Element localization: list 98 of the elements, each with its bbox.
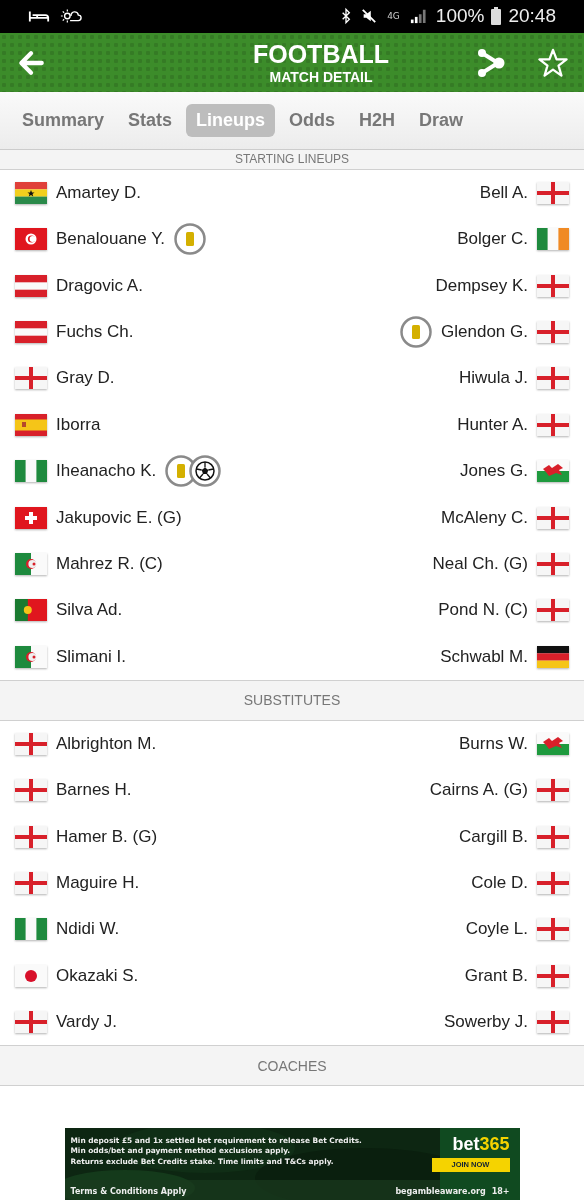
player-name: Ndidi W. bbox=[56, 919, 120, 940]
player-name: McAleny C. bbox=[441, 507, 528, 528]
player-name: Cairns A. (G) bbox=[429, 780, 528, 801]
player-name: Silva Ad. bbox=[56, 600, 123, 621]
tab[interactable]: H2H bbox=[349, 104, 406, 138]
flag-icon bbox=[15, 274, 47, 297]
player-name: Maguire H. bbox=[56, 873, 140, 893]
age-limit: 18+ bbox=[491, 1186, 510, 1196]
flag-icon bbox=[15, 599, 47, 622]
player-name: Coyle L. bbox=[465, 919, 528, 940]
player-name: Jones G. bbox=[459, 461, 528, 482]
player-name: Slimani I. bbox=[56, 646, 126, 667]
flag-icon bbox=[537, 181, 569, 204]
bed-icon bbox=[28, 8, 50, 25]
flag-icon bbox=[15, 645, 47, 668]
flag-icon bbox=[537, 732, 569, 755]
flag-icon bbox=[537, 460, 569, 483]
weather-icon bbox=[60, 8, 82, 25]
battery-icon bbox=[491, 7, 502, 26]
share-icon bbox=[476, 47, 506, 78]
bluetooth-icon bbox=[341, 7, 352, 26]
flag-icon bbox=[537, 825, 569, 848]
player-name: Vardy J. bbox=[56, 1012, 118, 1033]
flag-icon bbox=[15, 460, 47, 483]
player-name: Sowerby J. bbox=[443, 1012, 528, 1033]
player-name: Mahrez R. (C) bbox=[56, 554, 163, 575]
flag-icon bbox=[15, 964, 47, 987]
section-header: STARTING LINEUPS bbox=[0, 150, 584, 170]
tab[interactable]: Stats bbox=[118, 104, 183, 138]
screen-title: FOOTBALL bbox=[252, 39, 390, 68]
flag-icon bbox=[15, 872, 47, 894]
player-name: Dragovic A. bbox=[56, 275, 143, 296]
player-name: Albrighton M. bbox=[56, 733, 157, 754]
player-name: Burns W. bbox=[459, 733, 528, 754]
flag-icon bbox=[15, 918, 47, 941]
player-name: Hunter A. bbox=[457, 414, 528, 435]
flag-icon bbox=[15, 553, 47, 576]
player-name: Grant B. bbox=[464, 965, 528, 986]
flag-icon bbox=[537, 918, 569, 941]
flag-icon bbox=[15, 732, 47, 755]
battery-level: 100% bbox=[435, 5, 485, 28]
flag-icon bbox=[537, 413, 569, 436]
booking-card-icon bbox=[400, 316, 433, 348]
flag-icon bbox=[15, 825, 47, 848]
flag-icon bbox=[537, 779, 569, 802]
flag-icon bbox=[15, 413, 47, 436]
player-name: Gray D. bbox=[56, 368, 115, 389]
section-header: COACHES bbox=[0, 1045, 584, 1086]
screen-subtitle: MATCH DETAIL bbox=[269, 67, 373, 86]
flag-icon bbox=[15, 228, 47, 251]
flag-icon bbox=[537, 321, 569, 343]
player-name: Pond N. (C) bbox=[438, 600, 528, 621]
player-name: Barnes H. bbox=[56, 780, 132, 801]
flag-icon bbox=[15, 181, 47, 204]
terms-text: Terms & Conditions Apply bbox=[70, 1186, 187, 1196]
player-name: Dempsey K. bbox=[435, 275, 528, 296]
gamble-aware-text: begambleaware.org bbox=[395, 1186, 486, 1196]
booking-card-icon bbox=[174, 223, 207, 256]
flag-icon bbox=[537, 1011, 569, 1034]
player-name: Benalouane Y. bbox=[56, 229, 166, 250]
section-header: SUBSTITUTES bbox=[0, 680, 584, 721]
player-name: Glendon G. bbox=[441, 322, 528, 342]
flag-icon bbox=[537, 228, 569, 251]
flag-icon bbox=[537, 599, 569, 622]
player-name: Hamer B. (G) bbox=[56, 826, 158, 847]
player-name: Bolger C. bbox=[457, 229, 528, 250]
ball-icon bbox=[189, 455, 222, 488]
player-name: Okazaki S. bbox=[56, 965, 139, 986]
flag-icon bbox=[537, 872, 569, 894]
tab[interactable]: Draw bbox=[409, 104, 474, 138]
tab[interactable]: Odds bbox=[279, 104, 346, 138]
clock: 20:48 bbox=[508, 5, 556, 28]
star-icon bbox=[538, 47, 568, 78]
player-name: Hiwula J. bbox=[459, 368, 528, 389]
player-name: Fuchs Ch. bbox=[56, 322, 134, 342]
tab[interactable]: Summary bbox=[12, 104, 115, 138]
player-name: Jakupovic E. (G) bbox=[56, 507, 182, 528]
flag-icon bbox=[15, 779, 47, 802]
player-name: Iborra bbox=[56, 414, 101, 435]
flag-icon bbox=[537, 553, 569, 576]
player-name: Cole D. bbox=[471, 873, 528, 893]
player-name: Amartey D. bbox=[56, 182, 142, 203]
flag-icon bbox=[15, 367, 47, 390]
brand-logo: bet365 bbox=[452, 1133, 510, 1155]
flag-icon bbox=[537, 964, 569, 987]
player-name: Bell A. bbox=[479, 182, 528, 203]
flag-icon bbox=[537, 367, 569, 390]
flag-icon bbox=[537, 645, 569, 668]
flag-icon bbox=[537, 506, 569, 529]
player-name: Cargill B. bbox=[459, 826, 528, 847]
network-type: 4G bbox=[387, 11, 400, 22]
player-name: Iheanacho K. bbox=[56, 461, 157, 482]
player-name: Schwabl M. bbox=[440, 646, 528, 667]
flag-icon bbox=[15, 321, 47, 343]
flag-icon bbox=[537, 274, 569, 297]
player-name: Neal Ch. (G) bbox=[432, 554, 528, 575]
flag-icon bbox=[15, 1011, 47, 1034]
flag-icon bbox=[15, 506, 47, 529]
